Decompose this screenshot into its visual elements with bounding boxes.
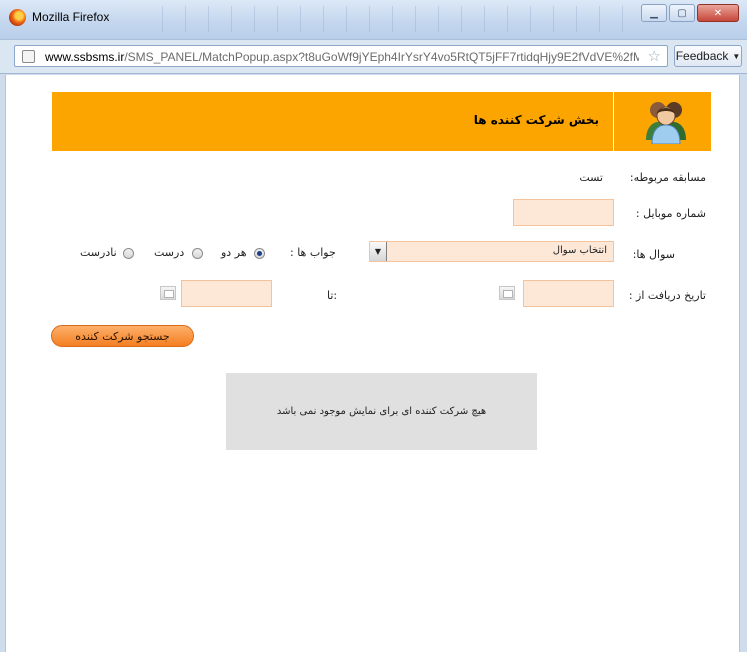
bookmark-star-icon[interactable]: ☆ <box>648 47 661 65</box>
answer-radio-both[interactable] <box>254 248 265 259</box>
window-titlebar: Mozilla Firefox ▁ ▢ ✕ <box>0 0 747 40</box>
background-toolbar <box>140 6 630 32</box>
section-header: بخش شرکت کننده ها <box>52 92 711 151</box>
window-controls: ▁ ▢ ✕ <box>641 4 739 22</box>
calendar-from-icon[interactable] <box>499 286 515 300</box>
users-icon <box>646 102 686 144</box>
date-to-input[interactable] <box>181 280 272 307</box>
url-host: www.ssbsms.ir <box>45 50 125 64</box>
url-text[interactable]: www.ssbsms.ir/SMS_PANEL/MatchPopup.aspx?… <box>45 50 639 64</box>
firefox-logo-icon <box>9 9 26 26</box>
date-from-input[interactable] <box>523 280 614 307</box>
answers-label: جواب ها : <box>290 246 336 259</box>
mobile-label: شماره موبایل : <box>635 207 706 220</box>
date-to-label: :تا <box>327 289 338 302</box>
answer-option-correct: درست <box>154 246 185 259</box>
navigation-bar: www.ssbsms.ir/SMS_PANEL/MatchPopup.aspx?… <box>0 40 747 74</box>
chevron-down-icon[interactable]: ▼ <box>370 242 387 261</box>
header-icon-cell <box>613 92 711 151</box>
page-content: بخش شرکت کننده ها مسابقه مربوطه: تست شما… <box>5 75 740 652</box>
results-panel: هیچ شرکت کننده ای برای نمایش موجود نمی ب… <box>226 373 537 450</box>
answer-radio-correct[interactable] <box>192 248 203 259</box>
search-participants-button[interactable]: جستجو شرکت کننده <box>51 325 194 347</box>
feedback-label: Feedback <box>675 49 729 63</box>
answer-radio-incorrect[interactable] <box>123 248 134 259</box>
empty-results-message: هیچ شرکت کننده ای برای نمایش موجود نمی ب… <box>276 406 487 417</box>
url-bar[interactable]: www.ssbsms.ir/SMS_PANEL/MatchPopup.aspx?… <box>14 45 668 67</box>
date-from-label: تاریخ دریافت از : <box>628 289 706 302</box>
competition-value: تست <box>579 171 603 184</box>
maximize-icon[interactable]: ▢ <box>669 4 695 22</box>
mobile-input[interactable] <box>513 199 614 226</box>
minimize-icon[interactable]: ▁ <box>641 4 667 22</box>
site-identity-icon[interactable] <box>22 50 35 63</box>
competition-label: مسابقه مربوطه: <box>629 171 706 184</box>
questions-label: سوال ها: <box>632 248 675 261</box>
calendar-to-icon[interactable] <box>160 286 176 300</box>
questions-select[interactable]: ▼ انتخاب سوال <box>369 241 614 262</box>
close-icon[interactable]: ✕ <box>697 4 739 22</box>
questions-select-value: انتخاب سوال <box>552 245 607 256</box>
url-path: /SMS_PANEL/MatchPopup.aspx?t8uGoWf9jYEph… <box>124 50 639 64</box>
page-title: بخش شرکت کننده ها <box>473 113 599 127</box>
answer-option-incorrect: نادرست <box>80 246 117 259</box>
chevron-down-icon: ▼ <box>732 51 741 61</box>
feedback-button[interactable]: Feedback ▼ <box>674 45 742 67</box>
window-title: Mozilla Firefox <box>32 10 110 24</box>
answer-option-both: هر دو <box>221 246 247 259</box>
